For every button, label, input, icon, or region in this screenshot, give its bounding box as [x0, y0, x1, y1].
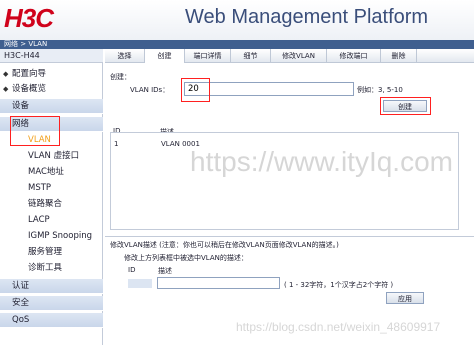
sidebar-section-security[interactable]: 安全: [0, 296, 103, 311]
h3c-logo: H3C: [4, 3, 54, 33]
description-input[interactable]: [157, 277, 280, 289]
bullet-icon: ◆: [3, 70, 9, 78]
breadcrumb-text: 网络 > VLAN: [4, 40, 48, 48]
breadcrumb: 网络 > VLAN: [0, 40, 474, 49]
device-name: H3C-H44: [0, 49, 103, 63]
sidebar-item-diagnostics[interactable]: 诊断工具: [0, 261, 103, 275]
sidebar-item-igmp[interactable]: IGMP Snooping: [0, 229, 103, 243]
sidebar-item-lacp[interactable]: LACP: [0, 213, 103, 227]
tab-delete[interactable]: 删除: [381, 49, 417, 63]
vlan-ids-example: 例如：3, 5-10: [357, 86, 403, 94]
sidebar-section-auth[interactable]: 认证: [0, 279, 103, 294]
modify-col-desc: 描述: [158, 267, 172, 275]
sidebar-item-label: 设备概览: [12, 84, 47, 94]
list-row-id: 1: [114, 140, 119, 148]
sidebar-item-overview[interactable]: ◆ 设备概览: [0, 82, 103, 96]
tab-modify-port[interactable]: 修改端口: [327, 49, 381, 63]
tab-details[interactable]: 细节: [231, 49, 271, 63]
apply-button[interactable]: 应用: [386, 292, 424, 304]
description-hint: ( 1 - 32字符，1个汉字占2个字符 ): [284, 281, 394, 289]
modify-instruction: 修改上方列表框中被选中VLAN的描述：: [124, 254, 248, 262]
vlan-ids-label: VLAN IDs：: [130, 86, 170, 94]
bullet-icon: ◆: [3, 85, 9, 93]
highlight-box-vlan-id: [181, 78, 210, 102]
sidebar: ◆ 配置向导 ◆ 设备概览 设备 网络 VLAN VLAN 虚接口 MAC地址 …: [0, 63, 103, 345]
modify-col-id: ID: [128, 266, 136, 274]
sidebar-item-mac[interactable]: MAC地址: [0, 165, 103, 179]
modify-note: 修改VLAN描述 (注意：你也可以稍后在修改VLAN页面修改VLAN的描述。): [110, 241, 339, 249]
sidebar-section-device[interactable]: 设备: [0, 99, 103, 114]
divider: [105, 236, 474, 237]
sidebar-item-link-aggregation[interactable]: 链路聚合: [0, 197, 103, 211]
create-section-label: 创建：: [110, 73, 131, 81]
modify-id-cell: [128, 279, 152, 288]
sidebar-item-vlan-interface[interactable]: VLAN 虚接口: [0, 149, 103, 163]
tab-create[interactable]: 创建: [145, 49, 185, 63]
sidebar-item-mstp[interactable]: MSTP: [0, 181, 103, 195]
highlight-box-create: [380, 97, 431, 115]
sidebar-section-qos[interactable]: QoS: [0, 313, 103, 328]
tab-modify-vlan[interactable]: 修改VLAN: [271, 49, 327, 63]
watermark-bottom: https://blog.csdn.net/weixin_48609917: [236, 320, 441, 334]
sidebar-item-wizard[interactable]: ◆ 配置向导: [0, 67, 103, 81]
tab-port-details[interactable]: 端口详情: [185, 49, 231, 63]
highlight-box-network: [10, 116, 60, 146]
watermark-center: https://www.ityIq.com: [190, 146, 453, 177]
sidebar-item-services[interactable]: 服务管理: [0, 245, 103, 259]
header-bar: H3C Web Management Platform: [0, 0, 474, 40]
platform-title: Web Management Platform: [185, 6, 429, 28]
tab-bar: 选择 创建 端口详情 细节 修改VLAN 修改端口 删除: [105, 49, 474, 63]
tab-select[interactable]: 选择: [105, 49, 145, 63]
sidebar-item-label: 配置向导: [12, 69, 47, 79]
